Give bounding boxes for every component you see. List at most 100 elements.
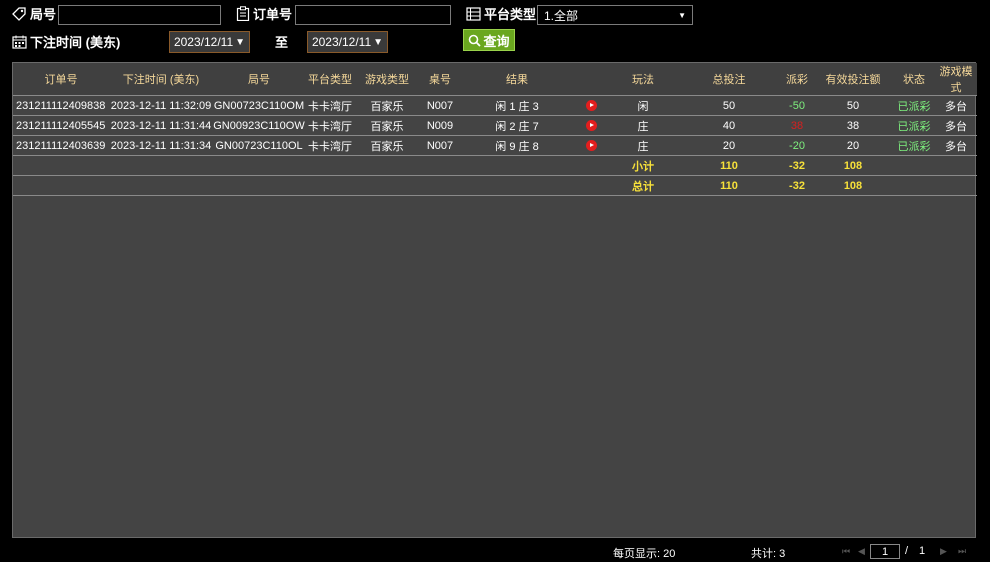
platform-label: 平台类型 [466, 4, 536, 23]
table-header-row: 订单号 下注时间 (美东) 局号 平台类型 游戏类型 桌号 结果 玩法 总投注 … [13, 63, 977, 96]
order-cell: 231211112405545 [13, 115, 109, 136]
platform-select[interactable]: 1.全部 ▼ [537, 5, 693, 25]
payout-cell: -20 [781, 135, 813, 156]
prev-page-icon[interactable]: ◀ [858, 546, 865, 557]
date-from-picker[interactable]: 2023/12/11 ▼ [169, 31, 250, 53]
dropdown-arrow-icon: ▼ [373, 36, 384, 48]
next-page-icon[interactable]: ▶ [940, 546, 947, 557]
col-header-bet[interactable]: 总投注 [677, 63, 781, 96]
time-label: 下注时间 (美东) [12, 32, 120, 51]
status-cell: 已派彩 [893, 135, 935, 156]
mode-cell: 多台 [935, 135, 977, 156]
per-page-text: 每页显示: 20 [613, 548, 676, 560]
bet-cell: 40 [677, 115, 781, 136]
time-cell: 2023-12-11 11:32:09 [109, 95, 213, 116]
table-row[interactable]: 231211112409838 2023-12-11 11:32:09 GN00… [13, 95, 977, 116]
to-label: 至 [275, 35, 289, 50]
order-cell: 231211112409838 [13, 95, 109, 116]
table-row[interactable]: 231211112403639 2023-12-11 11:31:34 GN00… [13, 135, 977, 156]
dropdown-arrow-icon: ▼ [235, 36, 246, 48]
order-cell: 231211112403639 [13, 135, 109, 156]
query-button[interactable]: 查询 [463, 29, 515, 51]
game-cell: 百家乐 [355, 115, 419, 136]
col-header-payout[interactable]: 派彩 [781, 63, 813, 96]
replay-cell [573, 95, 609, 116]
orders-grid: 订单号 下注时间 (美东) 局号 平台类型 游戏类型 桌号 结果 玩法 总投注 … [12, 62, 977, 538]
bet-cell: 50 [677, 95, 781, 116]
page-separator: / [905, 545, 909, 557]
round-cell: GN00923C110OW [213, 115, 305, 136]
col-header-mode[interactable]: 游戏模式 [935, 63, 977, 96]
subtotal-valid: 108 [813, 155, 893, 176]
mode-cell: 多台 [935, 95, 977, 116]
round-cell: GN00723C110OM [213, 95, 305, 116]
last-page-icon[interactable]: ⏭ [958, 546, 966, 557]
order-input[interactable] [295, 5, 451, 25]
game-cell: 百家乐 [355, 135, 419, 156]
search-icon [469, 34, 482, 47]
clipboard-icon [236, 6, 250, 21]
date-from-value: 2023/12/11 [173, 35, 234, 49]
col-header-status[interactable]: 状态 [893, 63, 935, 96]
play-video-icon[interactable] [585, 120, 597, 132]
platform-cell: 卡卡湾厅 [305, 135, 355, 156]
col-header-round[interactable]: 局号 [213, 63, 305, 96]
subtotal-payout: -32 [781, 155, 813, 176]
play-cell: 庄 [609, 115, 677, 136]
play-cell: 庄 [609, 135, 677, 156]
subtotal-bet: 110 [677, 155, 781, 176]
result-cell: 闲 1 庄 3 [461, 95, 573, 116]
status-cell: 已派彩 [893, 95, 935, 116]
replay-cell [573, 135, 609, 156]
valid-bet-cell: 50 [813, 95, 893, 116]
round-cell: GN00723C110OL [213, 135, 305, 156]
total-payout: -32 [781, 175, 813, 196]
round-input[interactable] [58, 5, 221, 25]
chevron-down-icon: ▼ [678, 10, 686, 20]
col-header-game[interactable]: 游戏类型 [355, 63, 419, 96]
time-cell: 2023-12-11 11:31:44 [109, 115, 213, 136]
col-header-time[interactable]: 下注时间 (美东) [109, 63, 213, 96]
platform-selected-value: 1.全部 [544, 8, 579, 23]
subtotal-label: 小计 [609, 155, 677, 176]
date-to-value: 2023/12/11 [311, 35, 372, 49]
table-no-cell: N007 [419, 135, 461, 156]
page-number-input[interactable] [870, 544, 900, 559]
game-cell: 百家乐 [355, 95, 419, 116]
total-label: 总计 [609, 175, 677, 196]
play-video-icon[interactable] [585, 140, 597, 152]
col-header-replay [573, 63, 609, 96]
payout-cell: 38 [781, 115, 813, 136]
time-cell: 2023-12-11 11:31:34 [109, 135, 213, 156]
play-video-icon[interactable] [585, 100, 597, 112]
total-valid: 108 [813, 175, 893, 196]
orders-table: 订单号 下注时间 (美东) 局号 平台类型 游戏类型 桌号 结果 玩法 总投注 … [13, 63, 977, 196]
table-no-cell: N007 [419, 95, 461, 116]
play-cell: 闲 [609, 95, 677, 116]
col-header-platform[interactable]: 平台类型 [305, 63, 355, 96]
tag-icon [12, 6, 26, 21]
payout-cell: -50 [781, 95, 813, 116]
replay-cell [573, 115, 609, 136]
first-page-icon[interactable]: ⏮ [842, 546, 850, 557]
bet-cell: 20 [677, 135, 781, 156]
col-header-table[interactable]: 桌号 [419, 63, 461, 96]
table-row[interactable]: 231211112405545 2023-12-11 11:31:44 GN00… [13, 115, 977, 136]
mode-cell: 多台 [935, 115, 977, 136]
result-cell: 闲 9 庄 8 [461, 135, 573, 156]
calendar-icon [12, 35, 27, 49]
order-label: 订单号 [236, 4, 292, 23]
col-header-result[interactable]: 结果 [461, 63, 573, 96]
col-header-order[interactable]: 订单号 [13, 63, 109, 96]
valid-bet-cell: 38 [813, 115, 893, 136]
total-pages: 1 [919, 545, 926, 557]
col-header-play[interactable]: 玩法 [609, 63, 677, 96]
result-cell: 闲 2 庄 7 [461, 115, 573, 136]
platform-cell: 卡卡湾厅 [305, 115, 355, 136]
list-icon [466, 6, 481, 21]
record-count: 共计: 3 [751, 548, 786, 560]
platform-cell: 卡卡湾厅 [305, 95, 355, 116]
valid-bet-cell: 20 [813, 135, 893, 156]
col-header-valid[interactable]: 有效投注额 [813, 63, 893, 96]
date-to-picker[interactable]: 2023/12/11 ▼ [307, 31, 388, 53]
